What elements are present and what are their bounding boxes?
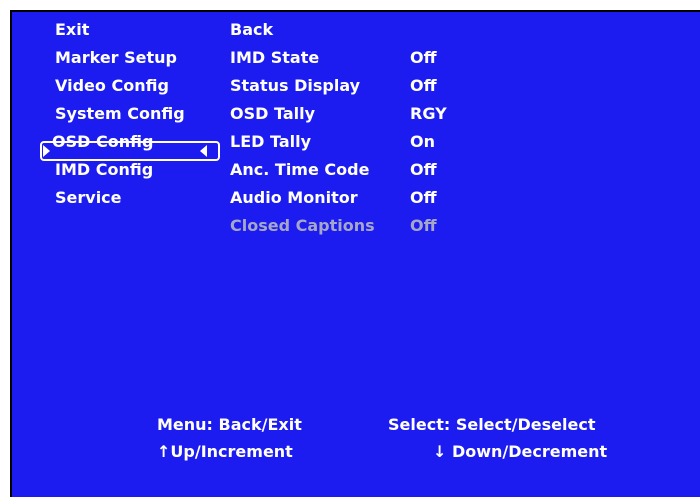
submenu-item-audio-monitor[interactable]: Audio Monitor <box>230 189 358 207</box>
menu-item-system-config[interactable]: System Config <box>55 105 185 123</box>
menu-item-imd-config[interactable]: IMD Config <box>55 161 153 179</box>
submenu-item-led-tally[interactable]: LED Tally <box>230 133 311 151</box>
help-up-hint: ↑Up/Increment <box>157 442 293 461</box>
submenu-item-back[interactable]: Back <box>230 21 273 39</box>
value-closed-captions: Off <box>410 216 437 235</box>
value-osd-tally: RGY <box>410 104 447 123</box>
submenu-item-imd-state[interactable]: IMD State <box>230 49 319 67</box>
value-led-tally: On <box>410 132 435 151</box>
osd-menu-screen: Exit Marker Setup Video Config System Co… <box>10 10 700 497</box>
help-down-hint: ↓ Down/Decrement <box>433 442 608 461</box>
menu-item-marker-setup[interactable]: Marker Setup <box>55 49 177 67</box>
triangle-left-icon <box>200 145 207 157</box>
value-imd-state: Off <box>410 48 437 67</box>
submenu-item-osd-tally[interactable]: OSD Tally <box>230 105 315 123</box>
value-audio-monitor: Off <box>410 188 437 207</box>
triangle-right-icon <box>43 145 50 157</box>
menu-item-exit[interactable]: Exit <box>55 21 89 39</box>
help-menu-hint: Menu: Back/Exit <box>157 415 302 434</box>
submenu-item-status-display[interactable]: Status Display <box>230 77 360 95</box>
submenu-item-closed-captions: Closed Captions <box>230 216 375 235</box>
menu-item-osd-config[interactable]: OSD Config <box>52 133 153 151</box>
submenu-item-anc-time-code[interactable]: Anc. Time Code <box>230 161 369 179</box>
menu-item-video-config[interactable]: Video Config <box>55 77 169 95</box>
value-anc-time-code: Off <box>410 160 437 179</box>
value-status-display: Off <box>410 76 437 95</box>
help-select-hint: Select: Select/Deselect <box>388 415 596 434</box>
menu-item-service[interactable]: Service <box>55 189 122 207</box>
